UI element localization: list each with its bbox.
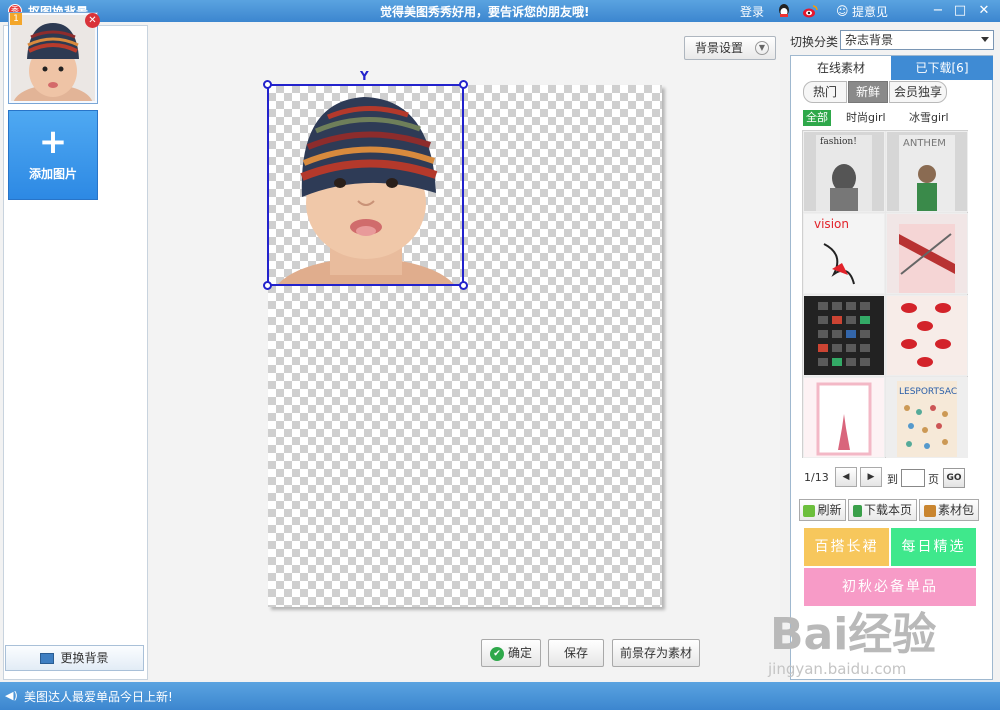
package-icon [923,504,936,517]
material-pack-label: 素材包 [937,503,974,517]
promo-long-skirt[interactable]: 百搭长裙 [804,528,889,566]
svg-text:LESPORTSAC: LESPORTSAC [899,387,957,397]
resize-handle-bottom-left[interactable] [263,281,272,290]
svg-text:ANTHEM: ANTHEM [903,138,946,149]
save-foreground-button[interactable]: 前景存为素材 [612,639,700,667]
close-icon[interactable]: ✕ [976,3,992,18]
slogan: 觉得美图秀秀好用，要告诉您的朋友哦! [380,5,590,19]
svg-text:fashion!: fashion! [820,137,857,147]
goto-label: 到 [887,473,898,486]
material-pack-button[interactable]: 素材包 [919,499,979,521]
change-background-label: 更换背景 [60,651,109,665]
chevron-down-icon: ▼ [755,41,769,55]
selection-box[interactable] [267,84,464,286]
material-grid: fashion! ANTHEM vision LESPORTSAC [802,130,968,458]
save-label: 保存 [563,646,588,660]
promo-daily-picks[interactable]: 每日精选 [891,528,976,566]
thumbnail-index-badge: 1 [10,13,22,25]
refresh-button[interactable]: 刷新 [799,499,846,521]
background-settings-dropdown[interactable]: 背景设置 ▼ [684,36,776,60]
confirm-button[interactable]: ✔ 确定 [481,639,541,667]
segment-new[interactable]: 新鲜 [848,81,888,103]
material-thumbnail[interactable]: ANTHEM [886,131,968,212]
segment-hot[interactable]: 热门 [803,81,847,103]
download-page-label: 下载本页 [863,503,912,517]
minimize-icon[interactable]: − [930,3,946,18]
status-bar: ◀) 美图达人最爱单品今日上新! [0,682,1000,710]
feedback-icon[interactable]: ☺ [836,3,852,19]
next-page-button[interactable]: ▶ [860,467,882,487]
category-label: 切换分类 [790,35,839,49]
delete-image-icon[interactable]: ✕ [85,13,100,28]
weibo-icon[interactable] [802,3,818,19]
material-thumbnail[interactable]: vision [803,213,885,294]
picture-icon [40,653,55,664]
page-unit-label: 页 [928,473,939,486]
filter-all[interactable]: 全部 [803,110,831,126]
speaker-icon: ◀) [5,689,18,702]
image-thumbnail[interactable] [8,12,98,104]
page-indicator: 1/13 [804,471,829,484]
background-settings-label: 背景设置 [695,41,744,55]
material-thumbnail[interactable]: LESPORTSAC [886,377,968,458]
plus-icon: + [38,122,68,162]
title-bar: 秀 抠图换背景 觉得美图秀秀好用，要告诉您的朋友哦! 登录 ☺ 提意见 − □ … [0,0,1000,22]
add-image-button[interactable]: + 添加图片 [8,110,98,200]
filter-fashion-girl[interactable]: 时尚girl [846,110,886,126]
save-foreground-label: 前景存为素材 [619,646,692,660]
page-number-input[interactable] [901,469,925,487]
baidu-watermark: Bai经验 [770,609,937,660]
download-icon [852,504,862,517]
add-image-label: 添加图片 [28,167,77,181]
change-background-button[interactable]: 更换背景 [5,645,144,671]
material-thumbnail[interactable] [886,295,968,376]
material-thumbnail[interactable] [886,213,968,294]
resize-handle-top-left[interactable] [263,80,272,89]
material-thumbnail[interactable]: fashion! [803,131,885,212]
status-text[interactable]: 美图达人最爱单品今日上新! [24,688,173,705]
dropdown-arrow-icon [981,37,989,42]
resize-handle-top-right[interactable] [459,80,468,89]
save-button[interactable]: 保存 [548,639,604,667]
tab-online-materials[interactable]: 在线素材 [791,56,891,80]
filter-ice-girl[interactable]: 冰雪girl [909,110,949,126]
baby-thumbnail-image [11,15,95,101]
check-icon: ✔ [489,646,504,661]
prev-page-button[interactable]: ◀ [835,467,857,487]
refresh-label: 刷新 [817,503,842,517]
segment-members[interactable]: 会员独享 [889,81,947,103]
category-select[interactable]: 杂志背景 [840,30,994,50]
svg-text:vision: vision [814,217,849,231]
baidu-watermark-url: jingyan.baidu.com [768,660,907,678]
confirm-label: 确定 [507,646,532,660]
qq-icon[interactable] [776,3,792,19]
refresh-icon [803,504,816,517]
maximize-icon[interactable]: □ [952,3,968,18]
feedback-link[interactable]: 提意见 [852,3,888,20]
go-button[interactable]: GO [943,468,965,488]
material-thumbnail[interactable] [803,377,885,458]
category-value: 杂志背景 [845,33,894,47]
login-link[interactable]: 登录 [740,3,764,20]
tab-downloaded[interactable]: 已下载[6] [891,56,993,80]
rotate-handle-icon[interactable]: Y [360,70,370,84]
resize-handle-bottom-right[interactable] [459,281,468,290]
download-page-button[interactable]: 下载本页 [848,499,917,521]
material-thumbnail[interactable] [803,295,885,376]
